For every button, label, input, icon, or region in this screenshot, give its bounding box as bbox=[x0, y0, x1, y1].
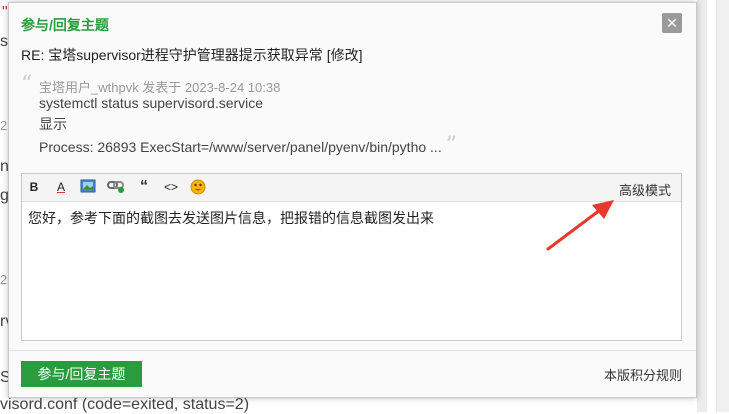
emoji-button[interactable] bbox=[189, 179, 207, 195]
quote-button[interactable]: “ bbox=[135, 179, 153, 195]
link-button[interactable] bbox=[107, 179, 125, 195]
close-icon[interactable]: ✕ bbox=[662, 13, 682, 33]
reply-subject: RE: 宝塔supervisor进程守护管理器提示获取异常 [修改] bbox=[21, 47, 363, 63]
bg-fragment-2b: 2 bbox=[0, 272, 8, 287]
modal-side-shadow bbox=[697, 0, 707, 412]
submit-reply-button[interactable]: 参与/回复主题 bbox=[21, 361, 142, 387]
link-icon bbox=[107, 181, 124, 193]
quote-open-icon: “ bbox=[21, 72, 33, 97]
footer-divider bbox=[9, 350, 696, 351]
bg-fragment-s: s bbox=[0, 33, 8, 50]
code-button[interactable]: <> bbox=[162, 179, 180, 195]
font-color-button[interactable]: A bbox=[52, 179, 70, 195]
bg-fragment-quote: " bbox=[2, 4, 8, 21]
editor-content[interactable]: 您好，参考下面的截图去发送图片信息，把报错的信息截图发出来 bbox=[28, 208, 434, 228]
image-button[interactable] bbox=[79, 179, 97, 195]
bg-fragment-bottom: visord.conf (code=exited, status=2) bbox=[0, 396, 250, 413]
advanced-mode-link[interactable]: 高级模式 bbox=[619, 180, 671, 199]
quote-line-3: Process: 26893 ExecStart=/www/server/pan… bbox=[39, 133, 457, 158]
annotation-arrow-icon bbox=[546, 200, 614, 251]
forum-points-rules-link[interactable]: 本版积分规则 bbox=[604, 365, 682, 384]
smiley-icon bbox=[190, 179, 206, 195]
bg-fragment-2a: 2 bbox=[0, 118, 8, 133]
quote-line-3-text: Process: 26893 ExecStart=/www/server/pan… bbox=[39, 139, 442, 155]
quote-meta: 宝塔用户_wthpvk 发表于 2023-8-24 10:38 bbox=[39, 80, 281, 95]
font-color-icon: A bbox=[56, 180, 65, 194]
bold-button[interactable]: B bbox=[25, 179, 43, 195]
image-icon bbox=[80, 179, 96, 193]
page-scrollbar[interactable] bbox=[716, 0, 729, 412]
quote-close-icon: ” bbox=[445, 133, 457, 158]
quote-line-2: 显示 bbox=[39, 116, 67, 132]
dialog-title: 参与/回复主题 bbox=[21, 17, 109, 33]
quote-line-1: systemctl status supervisord.service bbox=[39, 95, 264, 111]
